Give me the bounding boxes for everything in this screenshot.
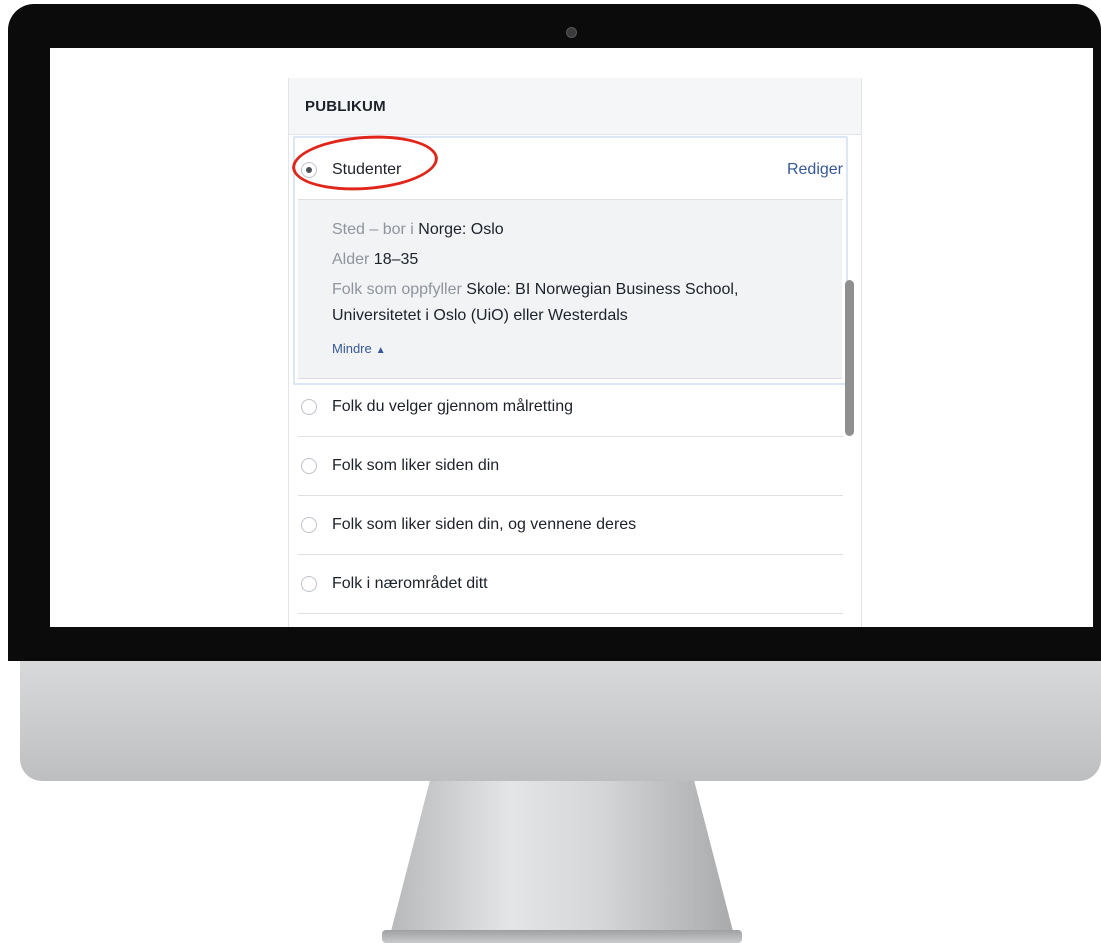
- audience-option[interactable]: Folk som liker siden din, og vennene der…: [298, 496, 843, 555]
- edit-link[interactable]: Rediger: [787, 161, 843, 179]
- camera-icon: [566, 27, 577, 38]
- age-value: 18–35: [373, 251, 419, 268]
- imac-chin: [20, 661, 1101, 781]
- location-value: Norge: Oslo: [418, 221, 504, 238]
- panel-header: PUBLIKUM: [289, 78, 861, 135]
- radio-icon[interactable]: [301, 517, 317, 533]
- location-line: Sted – bor i Norge: Oslo: [332, 218, 504, 242]
- radio-icon[interactable]: [301, 458, 317, 474]
- audience-option[interactable]: Folk i nærområdet ditt: [298, 555, 843, 614]
- criteria-key: Folk som oppfyller: [332, 281, 467, 298]
- age-key: Alder: [332, 251, 374, 268]
- scrollbar[interactable]: [845, 280, 854, 436]
- screen: PUBLIKUM Studenter Rediger Sted – bor i …: [50, 48, 1093, 627]
- audience-option-label: Folk som liker siden din, og vennene der…: [332, 516, 637, 533]
- age-line: Alder 18–35: [332, 248, 418, 272]
- audience-details: Sted – bor i Norge: Oslo Alder 18–35 Fol…: [298, 200, 842, 379]
- criteria-line: Folk som oppfyller Skole: BI Norwegian B…: [332, 278, 738, 302]
- imac-stand: [388, 781, 736, 943]
- audience-option[interactable]: Folk du velger gjennom målretting: [298, 378, 843, 437]
- audience-option-label: Folk i nærområdet ditt: [332, 575, 488, 592]
- less-label: Mindre: [332, 341, 372, 356]
- audience-option[interactable]: Folk som liker siden din: [298, 437, 843, 496]
- location-key: Sted – bor i: [332, 221, 419, 238]
- radio-icon[interactable]: [301, 399, 317, 415]
- audience-option-label: Folk du velger gjennom målretting: [332, 398, 574, 415]
- imac-stand-foot: [382, 930, 742, 943]
- panel-title: PUBLIKUM: [305, 97, 386, 115]
- less-link[interactable]: Mindre ▲: [332, 341, 386, 356]
- criteria-value-1: Skole: BI Norwegian Business School,: [466, 281, 739, 298]
- caret-up-icon: ▲: [375, 345, 386, 356]
- audience-option-label: Folk som liker siden din: [332, 457, 500, 474]
- radio-icon[interactable]: [301, 576, 317, 592]
- criteria-value-2: Universitetet i Oslo (UiO) eller Westerd…: [332, 307, 628, 324]
- criteria-line-2: Universitetet i Oslo (UiO) eller Westerd…: [332, 304, 628, 328]
